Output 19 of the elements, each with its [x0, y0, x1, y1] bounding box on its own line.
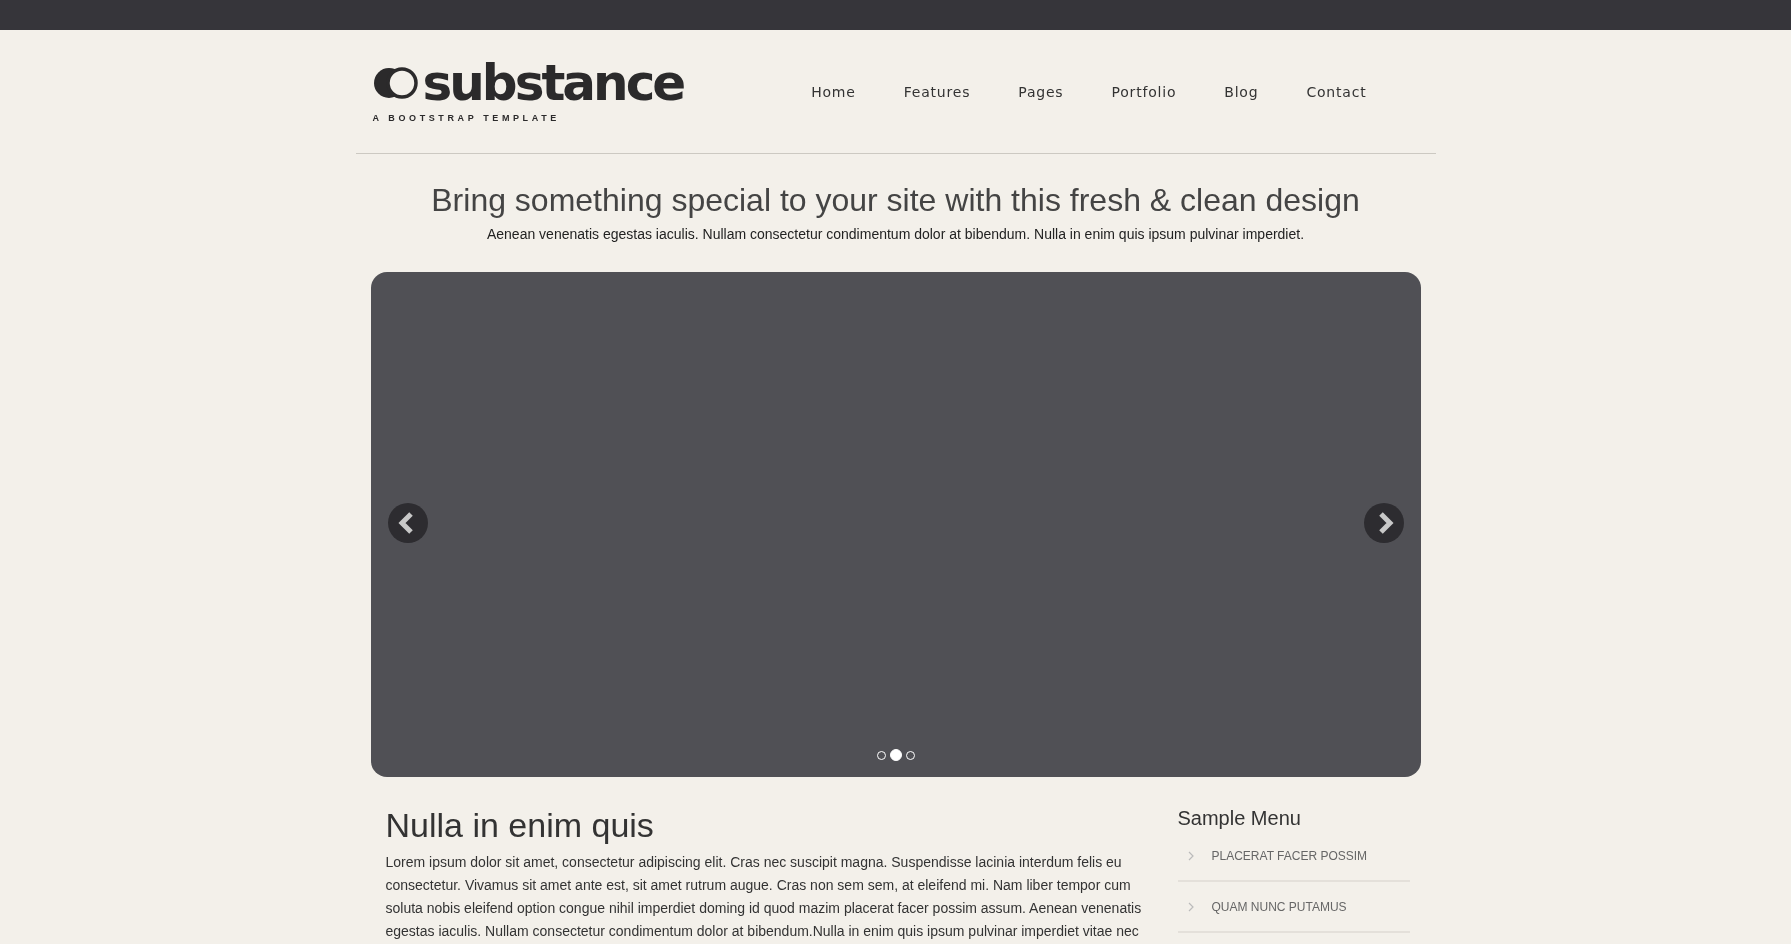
hero-subtitle: Aenean venenatis egestas iaculis. Nullam consectetur condimentum dolor at bibendum. Nulla in enim quis ipsum pulvinar imperdiet. — [485, 226, 1306, 242]
sidebar-title: Sample Menu — [1177, 806, 1302, 831]
article-paragraph: Lorem ipsum dolor sit amet, consectetur adipiscing elit. Cras nec suscipit magna. Suspendisse lacinia interdum felis eu consectetur. Vivamus sit amet ante est, sit amet rutrum augue. Cras non sem sem, at eleifend mi. Nam liber tempor cum soluta nobis eleifend option congue nihil imperdiet doming id quod mazim placerat facer possim assum. Aenean venenatis egestas iaculis. Nullam consectetur condimentum dolor at bibendum.Nulla in enim quis ipsum pulvinar imperdiet vitae nec — [385, 853, 1143, 941]
logo-tagline: A BOOTSTRAP TEMPLATE — [372, 112, 561, 123]
slide-indicator[interactable] — [889, 749, 902, 761]
logo-icon — [372, 65, 419, 100]
nav-link[interactable]: Contact — [1282, 75, 1391, 108]
nav-link[interactable]: Blog — [1200, 75, 1283, 108]
article-title: Nulla in enim quis — [385, 805, 655, 845]
nav-link[interactable]: Pages — [994, 75, 1088, 108]
chevron-icon — [1187, 901, 1194, 912]
sidebar-menu-link[interactable]: PLACERAT FACER POSSIM — [1211, 848, 1368, 863]
chevron-icon — [1187, 850, 1194, 861]
logo-text: substance — [422, 54, 684, 111]
sidebar-menu-link[interactable]: QUAM NUNC PUTAMUS — [1211, 899, 1347, 914]
nav-link[interactable]: Portfolio — [1087, 75, 1201, 108]
nav-link[interactable]: Home — [787, 75, 880, 108]
hero-title: Bring something special to your site with this fresh & clean design — [430, 181, 1361, 220]
nav-link[interactable]: Features — [879, 75, 995, 108]
